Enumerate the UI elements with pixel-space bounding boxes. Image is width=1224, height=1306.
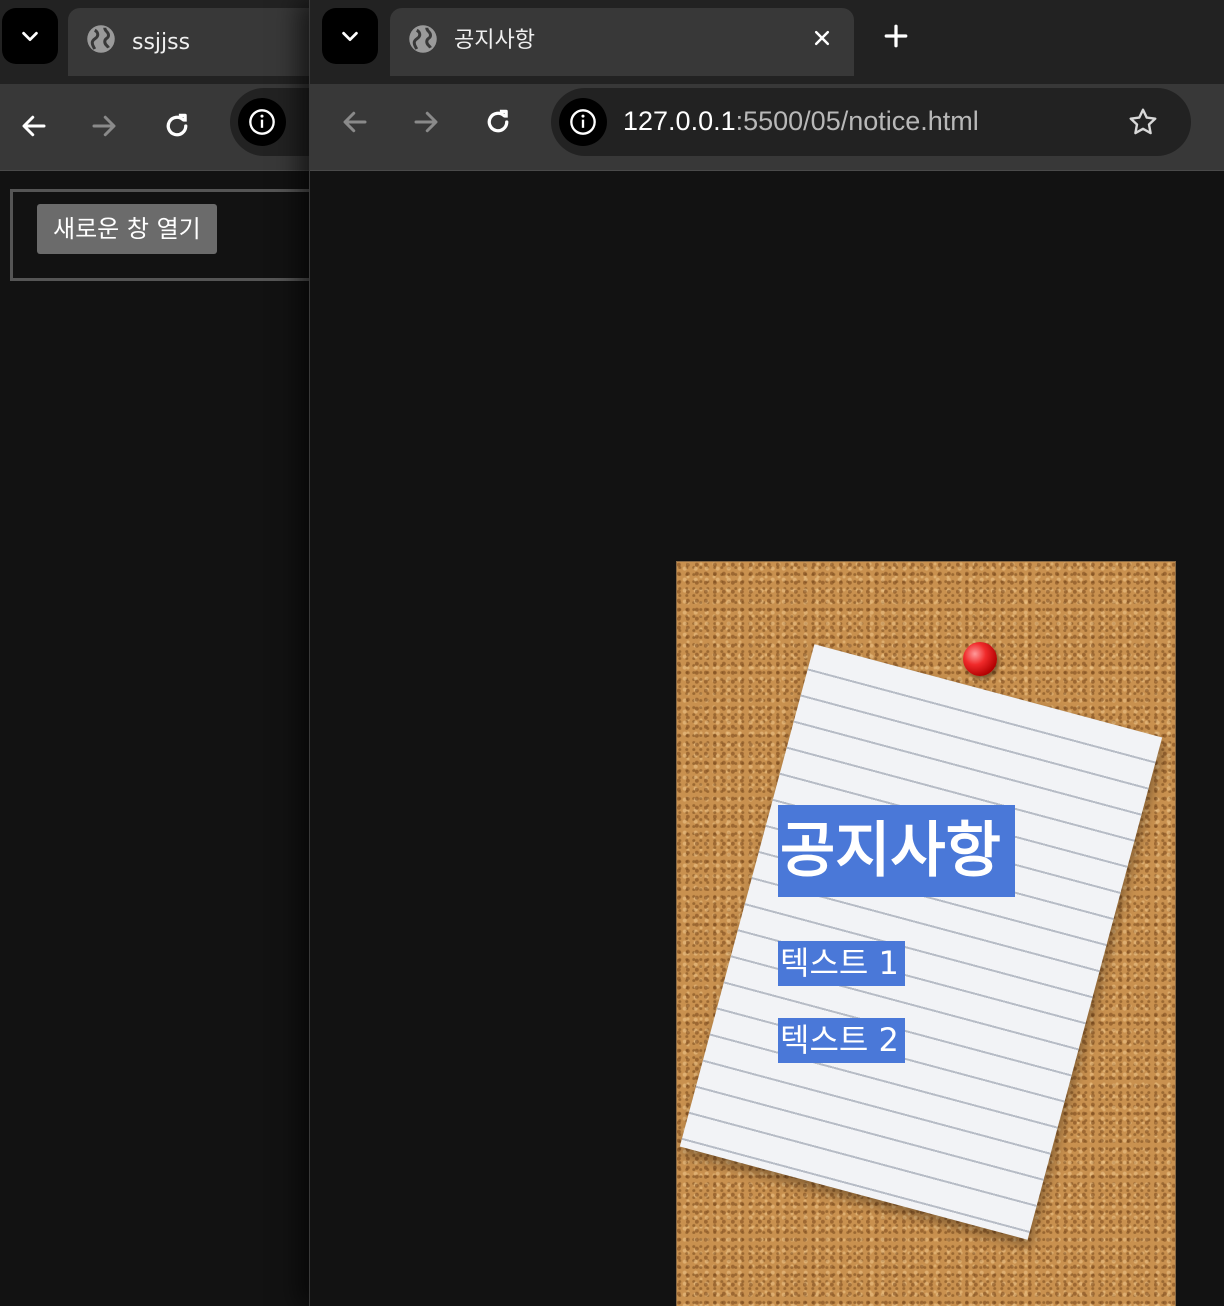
browser-toolbar: 127.0.0.1:5500/05/notice.html: [310, 84, 1224, 171]
bookmark-button[interactable]: [1123, 102, 1163, 142]
reload-button[interactable]: [155, 104, 199, 148]
notice-text-2: 텍스트 2: [778, 1018, 905, 1063]
arrow-left-icon: [22, 115, 46, 137]
popup-browser-window: 공지사항 127.0.0.1:5500/05/notice.html 공지사항 …: [309, 0, 1224, 1306]
globe-icon: [409, 25, 437, 53]
chevron-down-icon: [22, 31, 38, 42]
url-path: :5500/05/notice.html: [735, 106, 979, 136]
arrow-right-icon: [92, 115, 116, 137]
corkboard-image: 공지사항 텍스트 1 텍스트 2: [676, 561, 1176, 1306]
plus-icon: [884, 24, 908, 48]
globe-icon: [87, 25, 115, 53]
notice-title: 공지사항: [778, 805, 1015, 897]
close-tab-button[interactable]: [804, 20, 840, 56]
open-new-window-button[interactable]: 새로운 창 열기: [37, 204, 217, 254]
site-info-button[interactable]: [559, 98, 607, 146]
tab-list-button[interactable]: [322, 8, 378, 64]
tab-notice[interactable]: 공지사항: [390, 8, 854, 76]
pushpin-icon: [963, 642, 997, 676]
tab-strip: 공지사항: [310, 0, 1224, 84]
chevron-down-icon: [342, 31, 358, 42]
browser-toolbar: [0, 84, 312, 171]
reload-button[interactable]: [476, 100, 520, 144]
page-content: 공지사항 텍스트 1 텍스트 2: [310, 171, 1224, 1306]
tab-title: ssjjss: [132, 30, 191, 55]
address-bar[interactable]: 127.0.0.1:5500/05/notice.html: [551, 88, 1191, 156]
address-bar[interactable]: [230, 88, 312, 156]
site-info-button[interactable]: [238, 98, 286, 146]
back-button[interactable]: [333, 100, 377, 144]
notice-text-1: 텍스트 1: [778, 941, 905, 986]
note-paper: [679, 644, 1163, 1240]
star-icon: [1129, 108, 1157, 135]
background-browser-window: ssjjss 새로운 창 열기: [0, 0, 312, 1306]
tab-ssjjss[interactable]: ssjjss: [68, 8, 312, 76]
tab-title: 공지사항: [454, 28, 535, 53]
new-tab-button[interactable]: [868, 8, 924, 64]
reload-icon: [487, 109, 509, 133]
forward-button[interactable]: [82, 104, 126, 148]
button-container: 새로운 창 열기: [10, 189, 312, 281]
url-host: 127.0.0.1: [623, 106, 736, 136]
arrow-right-icon: [414, 111, 438, 133]
url-text: 127.0.0.1:5500/05/notice.html: [623, 106, 979, 137]
tab-strip: ssjjss: [0, 0, 312, 84]
reload-icon: [166, 113, 188, 137]
page-content: 새로운 창 열기: [0, 171, 312, 1306]
arrow-left-icon: [343, 111, 367, 133]
back-button[interactable]: [12, 104, 56, 148]
close-icon: [814, 30, 830, 46]
forward-button[interactable]: [404, 100, 448, 144]
info-icon: [570, 109, 596, 135]
info-icon: [249, 109, 275, 135]
tab-list-button[interactable]: [2, 8, 58, 64]
